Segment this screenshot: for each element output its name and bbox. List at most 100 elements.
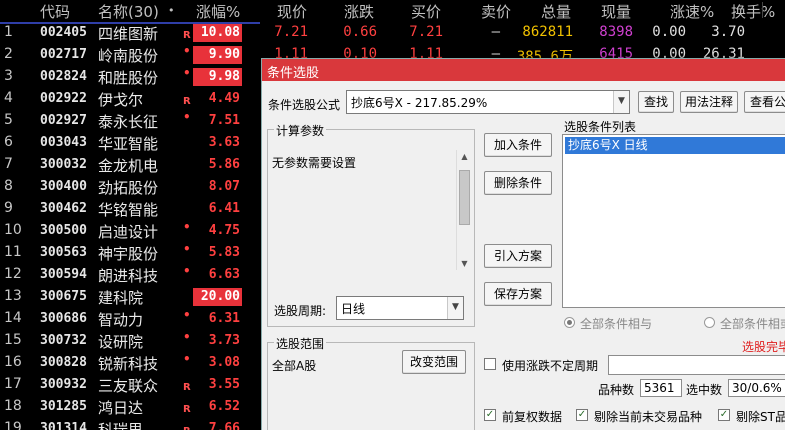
condition-select-dialog[interactable]: 条件选股 条件选股公式 抄底6号X - 217.85.29% ▼ 查找 用法注释…	[261, 58, 785, 430]
remove-notrade-checkbox[interactable]: ✓	[576, 409, 588, 421]
pct-change: 6.52	[208, 399, 240, 414]
chevron-down-icon[interactable]: ▼	[613, 91, 629, 113]
col-bid[interactable]: 买价	[411, 1, 441, 22]
stock-name: 伊戈尔	[98, 91, 144, 109]
header-separator	[762, 2, 763, 18]
flag-marker: •	[183, 264, 191, 278]
pct-change: 6.63	[208, 267, 240, 282]
stock-name: 智动力	[98, 311, 144, 329]
stock-code: 002927	[40, 113, 87, 128]
row-index: 14	[4, 310, 22, 326]
save-scheme-button[interactable]: 保存方案	[484, 282, 552, 306]
params-text: 无参数需要设置	[272, 156, 357, 170]
pct-change: 9.90	[193, 46, 242, 64]
col-price[interactable]: 现价	[277, 1, 307, 22]
row-index: 18	[4, 398, 22, 414]
bid-price: 7.21	[409, 24, 443, 40]
stock-code: 301314	[40, 421, 87, 430]
radio-and[interactable]	[564, 317, 575, 328]
row-index: 3	[4, 68, 13, 84]
stock-code: 002824	[40, 69, 87, 84]
condition-list[interactable]: 抄底6号X 日线	[562, 134, 785, 308]
stock-code: 003043	[40, 135, 87, 150]
pct-change: 3.73	[208, 333, 240, 348]
row-index: 19	[4, 420, 22, 430]
radio-and-label[interactable]: 全部条件相与	[580, 315, 652, 332]
col-name[interactable]: 名称(30)	[98, 1, 159, 22]
period-select[interactable]: 日线 ▼	[336, 296, 464, 320]
uncertain-period-checkbox[interactable]	[484, 358, 496, 370]
period-value: 日线	[341, 302, 366, 316]
remove-st-checkbox[interactable]: ✓	[718, 409, 730, 421]
pct-change: 4.49	[208, 91, 240, 106]
table-row[interactable]: 1 002405 四维图新 R 10.08 7.21 0.66 7.21 — 862811 8398…	[0, 22, 785, 44]
condition-list-item[interactable]: 抄底6号X 日线	[565, 137, 785, 154]
formula-value: 抄底6号X - 217.85.29%	[351, 96, 488, 110]
col-pct[interactable]: 涨幅%	[196, 1, 240, 22]
col-ask[interactable]: 卖价	[481, 1, 511, 22]
pct-change: 8.07	[208, 179, 240, 194]
speed: 0.00	[652, 24, 686, 40]
stock-name: 设研院	[98, 333, 144, 351]
stock-name: 朗进科技	[98, 267, 159, 285]
stock-name: 劲拓股份	[98, 179, 159, 197]
pct-change: 3.08	[208, 355, 240, 370]
col-speed[interactable]: 涨速%	[670, 1, 714, 22]
turnover: 3.70	[711, 24, 745, 40]
row-index: 4	[4, 90, 13, 106]
fuquan-checkbox[interactable]: ✓	[484, 409, 496, 421]
flag-marker: •	[183, 66, 191, 80]
stock-name: 和胜股份	[98, 69, 159, 87]
pct-change: 9.98	[193, 68, 242, 86]
row-index: 17	[4, 376, 22, 392]
col-change[interactable]: 涨跌	[344, 1, 374, 22]
dialog-titlebar[interactable]: 条件选股	[262, 59, 785, 81]
pct-change: 3.55	[208, 377, 240, 392]
delete-condition-button[interactable]: 删除条件	[484, 171, 552, 195]
usage-notes-button[interactable]: 用法注释	[680, 91, 738, 113]
col-current[interactable]: 现量	[601, 1, 631, 22]
stock-name: 岭南股份	[98, 47, 159, 65]
row-index: 5	[4, 112, 13, 128]
params-group-title: 计算参数	[274, 122, 327, 139]
flag-marker: R	[183, 382, 191, 393]
col-volume[interactable]: 总量	[541, 1, 571, 22]
stock-name: 四维图新	[98, 25, 159, 43]
flag-marker: R	[183, 96, 191, 107]
col-code[interactable]: 代码	[40, 1, 70, 22]
price: 7.21	[274, 24, 308, 40]
stock-code: 300594	[40, 267, 87, 282]
scroll-up-icon[interactable]: ▲	[457, 152, 472, 161]
stock-code: 300500	[40, 223, 87, 238]
col-turnover[interactable]: 换手%	[731, 1, 775, 22]
scroll-down-icon[interactable]: ▼	[457, 259, 472, 268]
radio-or-label[interactable]: 全部条件相或	[720, 315, 785, 332]
stock-name: 金龙机电	[98, 157, 159, 175]
stock-code: 300400	[40, 179, 87, 194]
import-scheme-button[interactable]: 引入方案	[484, 244, 552, 268]
pct-change: 4.75	[208, 223, 240, 238]
stock-name: 启迪设计	[98, 223, 159, 241]
row-index: 13	[4, 288, 22, 304]
chevron-down-icon[interactable]: ▼	[447, 297, 463, 319]
scroll-thumb[interactable]	[459, 170, 470, 225]
stock-code: 300828	[40, 355, 87, 370]
row-index: 6	[4, 134, 13, 150]
radio-or[interactable]	[704, 317, 715, 328]
pct-change: 7.66	[208, 421, 240, 430]
stock-name: 建科院	[98, 289, 144, 307]
column-header: 代码 名称(30) • 涨幅% 现价 涨跌 买价 卖价 总量 现量 涨速% 换手…	[0, 0, 785, 22]
remove-notrade-label: 剔除当前未交易品种	[594, 410, 703, 424]
change-range-button[interactable]: 改变范围	[402, 350, 466, 374]
formula-select[interactable]: 抄底6号X - 217.85.29% ▼	[346, 90, 630, 114]
find-button[interactable]: 查找	[638, 91, 674, 113]
view-formula-button[interactable]: 查看公式	[744, 91, 785, 113]
range-group: 选股范围 全部A股 改变范围	[267, 335, 475, 430]
params-scrollbar[interactable]: ▲ ▼	[456, 150, 471, 270]
stock-name: 三友联众	[98, 377, 159, 395]
row-index: 1	[4, 24, 13, 40]
uncertain-period-input[interactable]	[608, 355, 785, 375]
flag-marker: •	[183, 330, 191, 344]
uncertain-period-label: 使用涨跌不定周期	[502, 359, 599, 373]
add-condition-button[interactable]: 加入条件	[484, 133, 552, 157]
